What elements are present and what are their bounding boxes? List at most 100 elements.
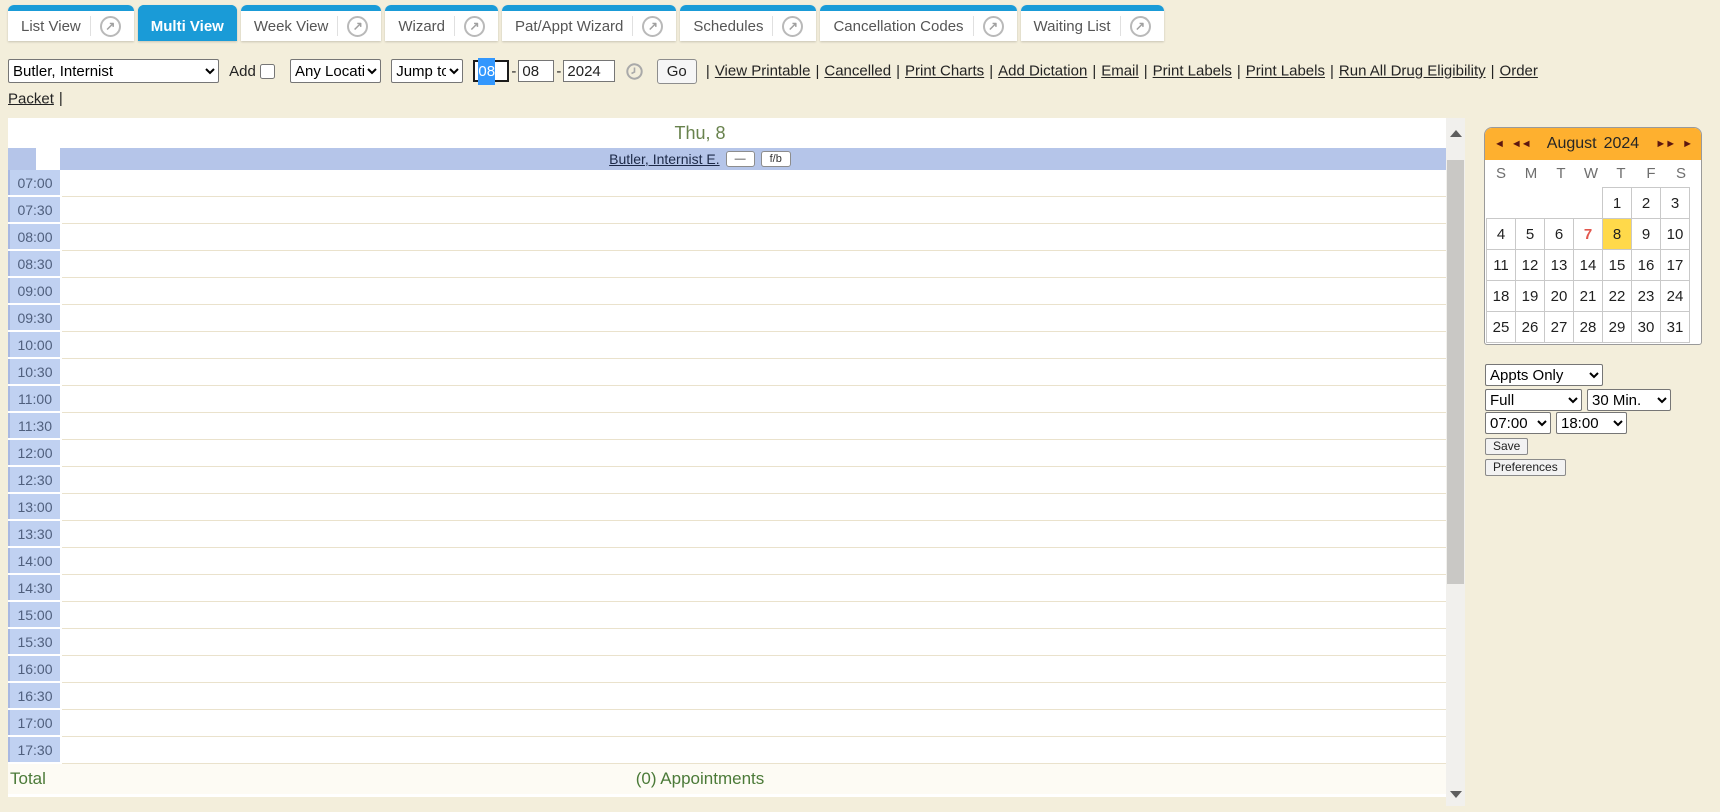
toolbar-link[interactable]: Add Dictation — [998, 63, 1087, 80]
schedule-slot[interactable] — [62, 521, 1446, 548]
toolbar-link[interactable]: View Printable — [715, 63, 811, 80]
open-in-new-icon[interactable] — [983, 16, 1004, 37]
calendar-day[interactable]: 19 — [1515, 280, 1545, 312]
prev-year-icon[interactable]: ◄ — [1494, 138, 1504, 150]
toolbar-link[interactable]: Email — [1101, 63, 1139, 80]
calendar-day[interactable]: 20 — [1544, 280, 1574, 312]
schedule-slot[interactable] — [62, 494, 1446, 521]
calendar-day[interactable]: 25 — [1486, 311, 1516, 343]
schedule-slot[interactable] — [62, 386, 1446, 413]
schedule-slot[interactable] — [62, 548, 1446, 575]
calendar-day[interactable]: 3 — [1660, 187, 1690, 219]
tab-cancellation-codes[interactable]: Cancellation Codes — [820, 5, 1016, 41]
calendar-day[interactable]: 12 — [1515, 249, 1545, 281]
save-button[interactable]: Save — [1485, 438, 1528, 455]
schedule-slot[interactable] — [62, 359, 1446, 386]
schedule-slot[interactable] — [62, 305, 1446, 332]
schedule-slot[interactable] — [62, 170, 1446, 197]
toolbar-link[interactable]: Print Labels — [1153, 63, 1232, 80]
add-checkbox[interactable] — [260, 64, 275, 79]
calendar-day[interactable]: 27 — [1544, 311, 1574, 343]
tab-list-view[interactable]: List View — [8, 5, 134, 41]
prev-month-icon[interactable]: ◄◄ — [1511, 138, 1531, 150]
calendar-day[interactable]: 16 — [1631, 249, 1661, 281]
collapse-column-button[interactable]: — — [726, 151, 755, 167]
schedule-slot[interactable] — [62, 656, 1446, 683]
scrollbar-thumb[interactable] — [1447, 160, 1464, 584]
open-in-new-icon[interactable] — [782, 16, 803, 37]
appts-filter-select[interactable]: Appts Only — [1485, 364, 1603, 386]
toolbar-link[interactable]: Print Labels — [1246, 63, 1325, 80]
calendar-day[interactable]: 13 — [1544, 249, 1574, 281]
view-mode-select[interactable]: Full — [1485, 389, 1582, 411]
schedule-slot[interactable] — [62, 440, 1446, 467]
schedule-slot[interactable] — [62, 467, 1446, 494]
open-in-new-icon[interactable] — [347, 16, 368, 37]
calendar-day[interactable]: 28 — [1573, 311, 1603, 343]
toolbar-link[interactable]: Print Charts — [905, 63, 984, 80]
calendar-day[interactable]: 18 — [1486, 280, 1516, 312]
calendar-day[interactable]: 2 — [1631, 187, 1661, 219]
calendar-day[interactable]: 14 — [1573, 249, 1603, 281]
calendar-day[interactable]: 7 — [1573, 218, 1603, 250]
tab-week-view[interactable]: Week View — [241, 5, 381, 41]
schedule-slot[interactable] — [62, 278, 1446, 305]
provider-select[interactable]: Butler, Internist — [8, 59, 219, 83]
schedule-scrollbar[interactable] — [1446, 118, 1465, 806]
open-in-new-icon[interactable] — [464, 16, 485, 37]
schedule-slot[interactable] — [62, 710, 1446, 737]
calendar-day[interactable]: 5 — [1515, 218, 1545, 250]
open-in-new-icon[interactable] — [1130, 16, 1151, 37]
date-day-input[interactable]: 08 — [518, 60, 554, 82]
calendar-day[interactable]: 4 — [1486, 218, 1516, 250]
fb-button[interactable]: f/b — [761, 151, 791, 167]
go-button[interactable]: Go — [657, 59, 697, 84]
tab-multi-view[interactable]: Multi View — [138, 5, 237, 41]
schedule-slot[interactable] — [62, 224, 1446, 251]
calendar-day[interactable]: 11 — [1486, 249, 1516, 281]
schedule-slot[interactable] — [62, 602, 1446, 629]
calendar-day[interactable]: 10 — [1660, 218, 1690, 250]
calendar-day[interactable]: 30 — [1631, 311, 1661, 343]
scroll-down-icon[interactable] — [1450, 791, 1462, 798]
clock-icon[interactable] — [626, 63, 643, 80]
calendar-day[interactable]: 23 — [1631, 280, 1661, 312]
calendar-day[interactable]: 26 — [1515, 311, 1545, 343]
interval-select[interactable]: 30 Min. — [1587, 389, 1671, 411]
schedule-slot[interactable] — [62, 683, 1446, 710]
schedule-slot[interactable] — [62, 575, 1446, 602]
calendar-day[interactable]: 9 — [1631, 218, 1661, 250]
preferences-button[interactable]: Preferences — [1485, 459, 1566, 476]
schedule-slot[interactable] — [62, 197, 1446, 224]
scroll-up-icon[interactable] — [1450, 130, 1462, 137]
toolbar-link[interactable]: Cancelled — [824, 63, 891, 80]
schedule-slot[interactable] — [62, 332, 1446, 359]
provider-link[interactable]: Butler, Internist E. — [609, 151, 720, 167]
next-year-icon[interactable]: ► — [1682, 138, 1692, 150]
end-time-select[interactable]: 18:00 — [1556, 412, 1627, 434]
open-in-new-icon[interactable] — [100, 16, 121, 37]
calendar-day[interactable]: 24 — [1660, 280, 1690, 312]
location-select[interactable]: Any Location — [290, 59, 381, 83]
jump-to-select[interactable]: Jump to — [391, 59, 463, 83]
tab-pat-appt-wizard[interactable]: Pat/Appt Wizard — [502, 5, 676, 41]
tab-waiting-list[interactable]: Waiting List — [1021, 5, 1164, 41]
calendar-day[interactable]: 31 — [1660, 311, 1690, 343]
date-month-input[interactable]: 08 — [473, 60, 509, 82]
calendar-day[interactable]: 29 — [1602, 311, 1632, 343]
open-in-new-icon[interactable] — [642, 16, 663, 37]
calendar-day[interactable]: 1 — [1602, 187, 1632, 219]
tab-wizard[interactable]: Wizard — [385, 5, 498, 41]
schedule-slot[interactable] — [62, 251, 1446, 278]
schedule-slot[interactable] — [62, 629, 1446, 656]
schedule-slot[interactable] — [62, 413, 1446, 440]
calendar-day[interactable]: 8 — [1602, 218, 1632, 250]
schedule-slot[interactable] — [62, 737, 1446, 764]
calendar-day[interactable]: 15 — [1602, 249, 1632, 281]
calendar-day[interactable]: 6 — [1544, 218, 1574, 250]
calendar-day[interactable]: 22 — [1602, 280, 1632, 312]
next-month-icon[interactable]: ►► — [1655, 138, 1675, 150]
tab-schedules[interactable]: Schedules — [680, 5, 816, 41]
start-time-select[interactable]: 07:00 — [1485, 412, 1551, 434]
date-year-input[interactable]: 2024 — [563, 60, 615, 82]
